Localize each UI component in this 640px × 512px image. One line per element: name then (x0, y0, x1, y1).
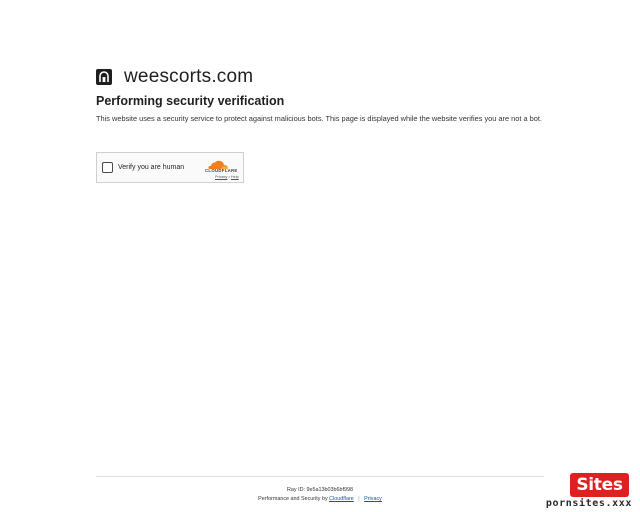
captcha-link-separator: • (228, 175, 230, 179)
verify-checkbox[interactable] (102, 162, 113, 173)
verify-label[interactable]: Verify you are human (118, 164, 184, 171)
performance-text: Performance and Security by (258, 496, 328, 502)
watermark-badge: Sites (570, 473, 629, 497)
footer-privacy-link[interactable]: Privacy (364, 496, 382, 502)
captcha-links: Privacy • Help (215, 175, 239, 179)
watermark-text: pornsites.xxx (545, 498, 632, 509)
page-description: This website uses a security service to … (96, 114, 542, 123)
captcha-help-link[interactable]: Help (231, 175, 239, 179)
cloudflare-wordmark: CLOUDFLARE (205, 168, 238, 173)
footer-separator: | (358, 496, 360, 502)
ray-id: Ray ID: 9e5a13b03b6bf998 (287, 487, 353, 493)
page-heading: Performing security verification (96, 94, 285, 108)
footer-divider (96, 476, 544, 477)
site-header: weescorts.com (96, 66, 253, 88)
site-domain-title: weescorts.com (124, 66, 254, 87)
captcha-privacy-link[interactable]: Privacy (215, 175, 227, 179)
site-favicon-icon (96, 69, 112, 85)
cloudflare-link[interactable]: Cloudflare (329, 496, 354, 502)
turnstile-widget: Verify you are human CLOUDFLARE Privacy … (96, 152, 244, 183)
